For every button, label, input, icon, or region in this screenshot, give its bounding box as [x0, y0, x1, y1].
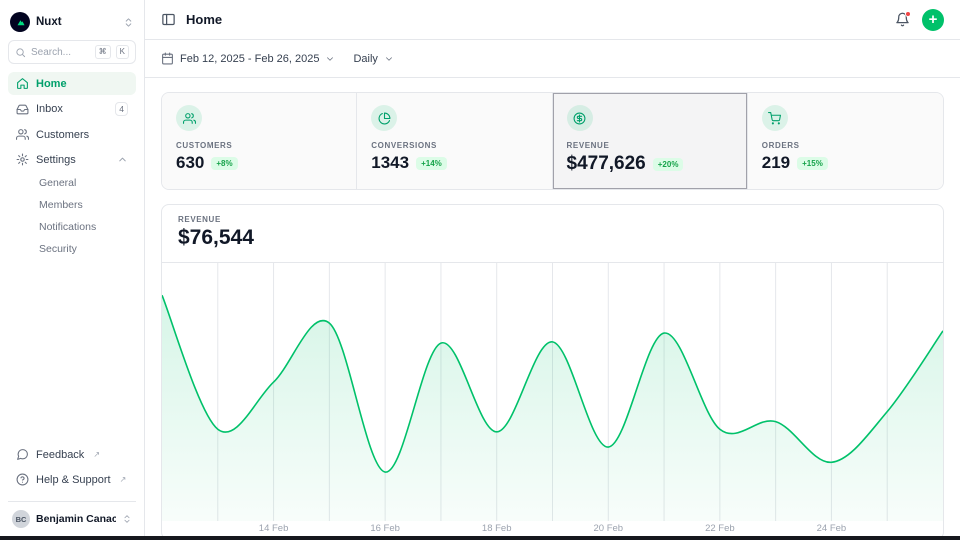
- svg-text:16 Feb: 16 Feb: [370, 523, 400, 534]
- feedback-link[interactable]: Feedback ↗: [8, 443, 136, 466]
- stat-label: CUSTOMERS: [176, 141, 342, 150]
- workspace-name: Nuxt: [36, 16, 117, 28]
- workspace-switcher[interactable]: Nuxt: [8, 8, 136, 38]
- stat-card-conversions[interactable]: CONVERSIONS 1343 +14%: [357, 93, 552, 189]
- inbox-icon: [16, 103, 29, 116]
- search-icon: [15, 47, 26, 58]
- pie-chart-icon: [371, 105, 397, 131]
- stat-value: 1343: [371, 153, 409, 173]
- stat-value: $477,626: [567, 153, 646, 175]
- home-icon: [16, 77, 29, 90]
- page-title: Home: [186, 12, 222, 27]
- notifications-button[interactable]: [895, 12, 910, 27]
- sidebar-item-home[interactable]: Home: [8, 72, 136, 95]
- circle-dollar-icon: [567, 105, 593, 131]
- kbd-cmd: ⌘: [95, 45, 111, 59]
- svg-text:18 Feb: 18 Feb: [482, 523, 512, 534]
- stat-delta-badge: +20%: [653, 158, 684, 171]
- external-link-icon: ↗: [93, 450, 100, 459]
- stat-label: CONVERSIONS: [371, 141, 537, 150]
- notification-dot: [905, 11, 911, 17]
- revenue-chart-card: REVENUE $76,544 14 Feb 16 Feb 18 Feb 20 Feb…: [161, 204, 944, 540]
- sidebar-item-label: Inbox: [36, 103, 63, 115]
- page-header: Home +: [145, 0, 960, 40]
- stats-grid: CUSTOMERS 630 +8% CONVERSIONS 1343 +14%: [161, 92, 944, 190]
- stat-delta-badge: +15%: [797, 157, 828, 170]
- chevron-down-icon: [384, 54, 394, 64]
- users-icon: [176, 105, 202, 131]
- header-actions: +: [895, 9, 944, 31]
- revenue-area-chart: 14 Feb 16 Feb 18 Feb 20 Feb 22 Feb 24 Feb: [162, 263, 943, 539]
- sidebar-item-inbox[interactable]: Inbox 4: [8, 97, 136, 121]
- sidebar-item-label: Settings: [36, 154, 76, 166]
- interval-select[interactable]: Daily: [353, 53, 393, 65]
- sidebar-footer: Feedback ↗ Help & Support ↗ BC Benjamin …: [8, 443, 136, 532]
- chevron-up-icon: [117, 154, 128, 165]
- sidebar-subitem-notifications[interactable]: Notifications: [8, 217, 136, 237]
- sidebar: Nuxt Search... ⌘ K Home: [0, 0, 145, 540]
- external-link-icon: ↗: [120, 475, 127, 484]
- sidebar-subitem-members[interactable]: Members: [8, 195, 136, 215]
- svg-text:24 Feb: 24 Feb: [817, 523, 847, 534]
- date-range-picker[interactable]: Feb 12, 2025 - Feb 26, 2025: [161, 52, 335, 65]
- stat-value: 630: [176, 153, 204, 173]
- chart-plot-area[interactable]: 14 Feb 16 Feb 18 Feb 20 Feb 22 Feb 24 Feb: [162, 263, 943, 539]
- chart-label: REVENUE: [178, 215, 927, 224]
- sidebar-item-label: Home: [36, 78, 67, 90]
- svg-text:14 Feb: 14 Feb: [259, 523, 289, 534]
- svg-text:20 Feb: 20 Feb: [593, 523, 623, 534]
- date-range-value: Feb 12, 2025 - Feb 26, 2025: [180, 53, 319, 65]
- stat-delta-badge: +8%: [211, 157, 237, 170]
- collapse-sidebar-icon[interactable]: [161, 12, 176, 27]
- stat-value: 219: [762, 153, 790, 173]
- gear-icon: [16, 153, 29, 166]
- stat-card-customers[interactable]: CUSTOMERS 630 +8%: [162, 93, 357, 189]
- sidebar-item-settings[interactable]: Settings: [8, 148, 136, 171]
- kbd-k: K: [116, 45, 129, 59]
- stat-label: REVENUE: [567, 141, 733, 150]
- chart-header: REVENUE $76,544: [162, 205, 943, 263]
- window-bottom-edge: [0, 536, 960, 540]
- plus-icon: +: [929, 12, 938, 27]
- main-area: Home + Feb 12, 2025 - Feb 26, 2025: [145, 0, 960, 540]
- message-bubble-icon: [16, 448, 29, 461]
- add-button[interactable]: +: [922, 9, 944, 31]
- search-placeholder: Search...: [31, 47, 90, 58]
- avatar: BC: [12, 510, 30, 528]
- stat-card-orders[interactable]: ORDERS 219 +15%: [748, 93, 943, 189]
- help-circle-icon: [16, 473, 29, 486]
- chevron-up-down-icon: [122, 514, 132, 524]
- cart-icon: [762, 105, 788, 131]
- stat-delta-badge: +14%: [416, 157, 447, 170]
- user-menu[interactable]: BC Benjamin Canac: [8, 501, 136, 532]
- content: CUSTOMERS 630 +8% CONVERSIONS 1343 +14%: [145, 78, 960, 540]
- chart-total-value: $76,544: [178, 226, 927, 250]
- svg-text:22 Feb: 22 Feb: [705, 523, 735, 534]
- footer-item-label: Help & Support: [36, 474, 111, 486]
- chevron-down-icon: [325, 54, 335, 64]
- footer-item-label: Feedback: [36, 449, 84, 461]
- users-icon: [16, 128, 29, 141]
- nuxt-logo-icon: [10, 12, 30, 32]
- sidebar-subitem-security[interactable]: Security: [8, 239, 136, 259]
- user-name: Benjamin Canac: [36, 513, 116, 525]
- chevron-up-down-icon: [123, 17, 134, 28]
- inbox-count-badge: 4: [115, 102, 128, 116]
- stat-card-revenue[interactable]: REVENUE $477,626 +20%: [553, 93, 748, 189]
- filter-bar: Feb 12, 2025 - Feb 26, 2025 Daily: [145, 40, 960, 78]
- stat-label: ORDERS: [762, 141, 929, 150]
- interval-value: Daily: [353, 53, 377, 65]
- search-input[interactable]: Search... ⌘ K: [8, 40, 136, 64]
- sidebar-item-customers[interactable]: Customers: [8, 123, 136, 146]
- calendar-icon: [161, 52, 174, 65]
- sidebar-nav: Home Inbox 4 Customers Settings: [8, 72, 136, 443]
- sidebar-subitem-general[interactable]: General: [8, 173, 136, 193]
- dashboard-app: Nuxt Search... ⌘ K Home: [0, 0, 960, 540]
- sidebar-item-label: Customers: [36, 129, 89, 141]
- help-support-link[interactable]: Help & Support ↗: [8, 468, 136, 491]
